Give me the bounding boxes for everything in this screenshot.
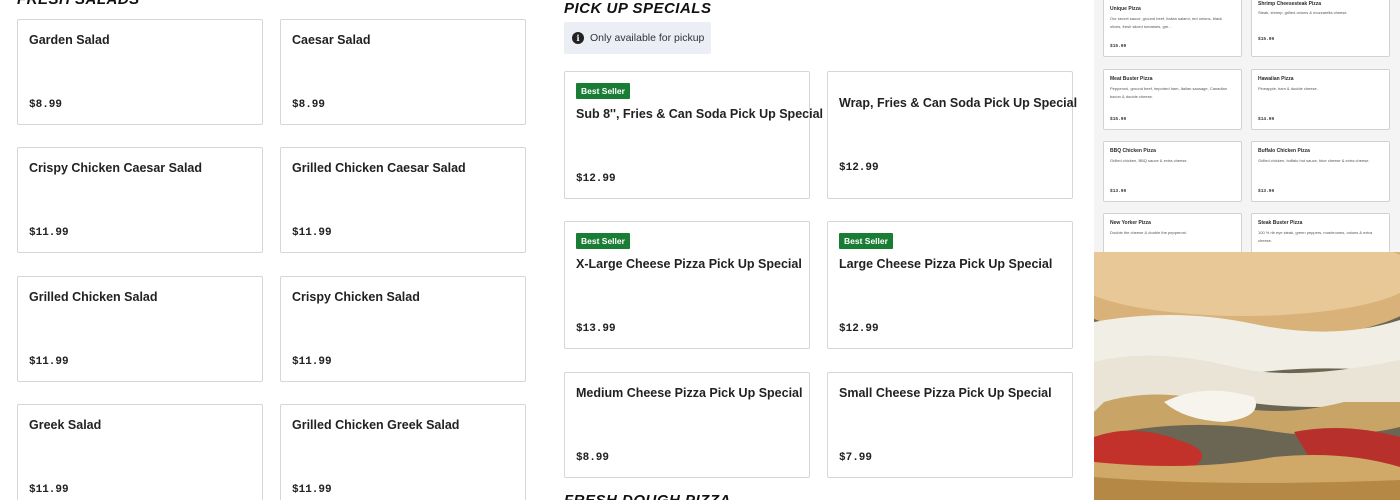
menu-preview-card: Shrimp Cheesesteak Pizza Steak, shrimp, … <box>1251 0 1390 57</box>
menu-preview-name: Shrimp Cheesesteak Pizza <box>1258 1 1322 7</box>
menu-item-card[interactable]: Crispy Chicken Salad $11.99 <box>280 276 526 382</box>
item-price: $12.99 <box>576 173 616 185</box>
sandwich-illustration <box>1094 252 1400 500</box>
menu-item-card[interactable]: Best Seller Sub 8'', Fries & Can Soda Pi… <box>564 71 823 199</box>
item-price: $11.99 <box>29 484 69 496</box>
menu-preview-price: $15.99 <box>1110 44 1127 49</box>
sandwich-photo <box>1094 252 1400 500</box>
info-icon: i <box>572 32 584 44</box>
menu-preview-image: Unique Pizza Our secret sauce, ground be… <box>1094 0 1400 500</box>
item-price: $7.99 <box>839 452 873 464</box>
menu-item-card[interactable]: Medium Cheese Pizza Pick Up Special $8.9… <box>564 372 810 478</box>
menu-preview-name: Buffalo Chicken Pizza <box>1258 148 1310 154</box>
menu-preview-price: $15.99 <box>1258 37 1275 42</box>
item-name: Wrap, Fries & Can Soda Pick Up Special <box>839 96 1078 110</box>
item-name: Large Cheese Pizza Pick Up Special <box>839 257 1053 271</box>
item-name: Grilled Chicken Caesar Salad <box>292 161 466 175</box>
specials-heading: PICK UP SPECIALS <box>564 0 712 17</box>
menu-item-card[interactable]: Wrap, Fries & Can Soda Pick Up Special $… <box>827 71 1077 199</box>
menu-preview-price: $15.99 <box>1110 117 1127 122</box>
item-name: X-Large Cheese Pizza Pick Up Special <box>576 257 802 271</box>
menu-preview-desc: Steak, shrimp, grilled onions & mozzarel… <box>1258 10 1348 15</box>
menu-item-card[interactable]: Greek Salad $11.99 <box>17 404 263 500</box>
item-price: $11.99 <box>29 356 69 368</box>
menu-preview-name: Hawaiian Pizza <box>1258 76 1294 82</box>
item-price: $13.99 <box>576 323 616 335</box>
menu-preview-price: $13.99 <box>1258 189 1275 194</box>
pickup-notice-text: Only available for pickup <box>590 32 705 44</box>
item-price: $8.99 <box>292 99 326 111</box>
menu-preview-card: Buffalo Chicken Pizza Grilled chicken, b… <box>1251 141 1390 202</box>
pizza-section-heading: FRESH DOUGH PIZZA <box>564 492 731 500</box>
item-price: $8.99 <box>576 452 610 464</box>
menu-preview-desc: Pepperoni, ground beef, imported ham, It… <box>1110 86 1227 99</box>
item-name: Small Cheese Pizza Pick Up Special <box>839 386 1052 400</box>
menu-preview-name: New Yorker Pizza <box>1110 220 1151 226</box>
item-price: $11.99 <box>292 484 332 496</box>
menu-item-card[interactable]: Small Cheese Pizza Pick Up Special $7.99 <box>827 372 1073 478</box>
item-price: $11.99 <box>29 227 69 239</box>
item-name: Medium Cheese Pizza Pick Up Special <box>576 386 803 400</box>
menu-item-card[interactable]: Crispy Chicken Caesar Salad $11.99 <box>17 147 263 253</box>
item-name: Grilled Chicken Greek Salad <box>292 418 460 432</box>
item-price: $12.99 <box>839 323 879 335</box>
menu-preview-desc: Double the cheese & double the pepperoni… <box>1110 230 1187 235</box>
item-name: Crispy Chicken Caesar Salad <box>29 161 202 175</box>
menu-preview-desc: Grilled chicken, buffalo hot sauce, blue… <box>1258 158 1370 163</box>
item-price: $11.99 <box>292 227 332 239</box>
salads-heading: FRESH SALADS <box>17 0 140 8</box>
menu-preview-name: Meat Buster Pizza <box>1110 76 1153 82</box>
menu-preview-desc: Grilled chicken, BBQ sauce & extra chees… <box>1110 158 1188 163</box>
pickup-notice: i Only available for pickup <box>564 22 711 54</box>
menu-item-card[interactable]: Best Seller Large Cheese Pizza Pick Up S… <box>827 221 1073 349</box>
menu-preview-price: $14.99 <box>1258 117 1275 122</box>
menu-preview-name: Unique Pizza <box>1110 6 1141 12</box>
menu-item-card[interactable]: Garden Salad $8.99 <box>17 19 263 125</box>
item-name: Crispy Chicken Salad <box>292 290 420 304</box>
menu-preview-desc: 100 % rib eye steak, green peppers, mush… <box>1258 230 1373 243</box>
menu-preview-desc: Our secret sauce, ground beef, Italian s… <box>1110 16 1223 29</box>
menu-item-card[interactable]: Grilled Chicken Salad $11.99 <box>17 276 263 382</box>
menu-preview-name: Steak Buster Pizza <box>1258 220 1303 226</box>
menu-preview-name: BBQ Chicken Pizza <box>1110 148 1156 154</box>
menu-preview-card: Unique Pizza Our secret sauce, ground be… <box>1103 0 1242 57</box>
menu-preview-price: $13.99 <box>1110 189 1127 194</box>
menu-item-card[interactable]: Caesar Salad $8.99 <box>280 19 526 125</box>
item-name: Sub 8'', Fries & Can Soda Pick Up Specia… <box>576 107 823 121</box>
menu-preview-card: Hawaiian Pizza Pineapple, ham & double c… <box>1251 69 1390 130</box>
item-name: Caesar Salad <box>292 33 371 47</box>
item-name: Garden Salad <box>29 33 110 47</box>
menu-item-card[interactable]: Grilled Chicken Greek Salad $11.99 <box>280 404 526 500</box>
item-name: Greek Salad <box>29 418 102 432</box>
best-seller-badge: Best Seller <box>576 233 630 249</box>
item-price: $12.99 <box>839 162 879 174</box>
menu-item-card[interactable]: Best Seller X-Large Cheese Pizza Pick Up… <box>564 221 810 349</box>
menu-preview-desc: Pineapple, ham & double cheese. <box>1258 86 1318 91</box>
item-price: $8.99 <box>29 99 63 111</box>
item-price: $11.99 <box>292 356 332 368</box>
best-seller-badge: Best Seller <box>839 233 893 249</box>
item-name: Grilled Chicken Salad <box>29 290 158 304</box>
best-seller-badge: Best Seller <box>576 83 630 99</box>
menu-item-card[interactable]: Grilled Chicken Caesar Salad $11.99 <box>280 147 526 253</box>
menu-preview-card: BBQ Chicken Pizza Grilled chicken, BBQ s… <box>1103 141 1242 202</box>
menu-preview-card: Meat Buster Pizza Pepperoni, ground beef… <box>1103 69 1242 130</box>
